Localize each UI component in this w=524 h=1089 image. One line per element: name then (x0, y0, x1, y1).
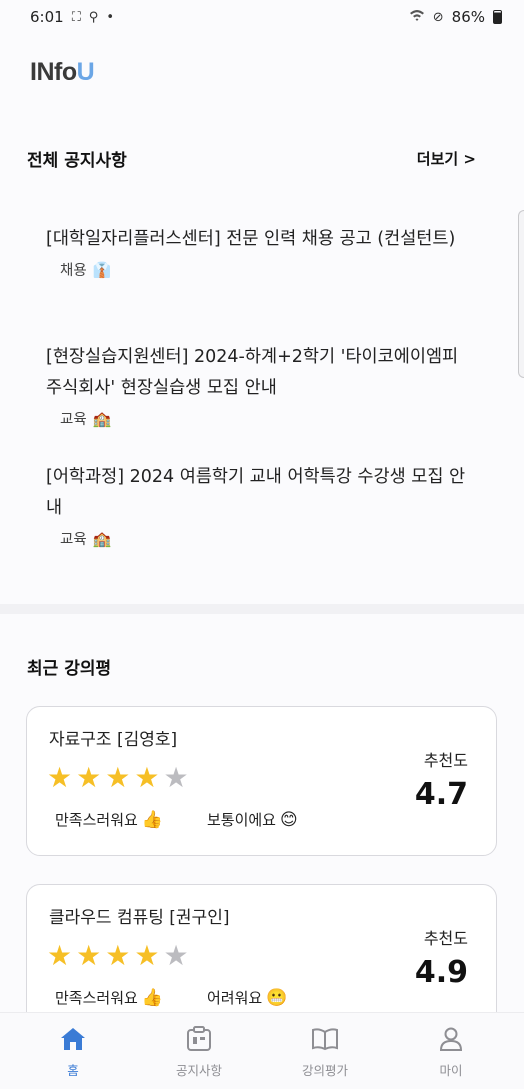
notice-title: [현장실습지원센터] 2024-하계+2학기 '타이코에이엠피 주식회사' 현장… (46, 347, 459, 398)
star-empty-icon: ★ (163, 761, 189, 794)
opinion-text: 만족스러워요 (55, 989, 138, 1007)
status-bar: 6:01 ⛶ ⚲ • ⊘ 86% (0, 0, 524, 34)
smile-icon: 😊 (280, 809, 298, 830)
wifi-icon (409, 8, 425, 26)
notice-item[interactable]: [어학과정] 2024 여름학기 교내 어학특강 수강생 모집 안내 교육 🏫 (46, 462, 466, 549)
necktie-icon: 👔 (92, 260, 112, 279)
more-link[interactable]: 더보기 > (417, 148, 476, 169)
star-rating: ★ ★ ★ ★ ★ (47, 763, 189, 793)
opinion: 보통이에요 😊 (207, 809, 298, 830)
opinions: 만족스러워요 👍 어려워요 😬 (55, 987, 287, 1008)
school-icon: 🏫 (92, 529, 112, 548)
star-filled-icon: ★ (76, 761, 102, 794)
notice-tag: 채용 👔 (46, 259, 466, 280)
notices-section: 전체 공지사항 더보기 > [대학일자리플러스센터] 전문 인력 채용 공고 (… (0, 128, 524, 606)
screenshot-icon: ⛶ (71, 9, 81, 25)
grimace-icon: 😬 (266, 987, 288, 1008)
notice-tag: 교육 🏫 (46, 528, 466, 549)
opinions: 만족스러워요 👍 보통이에요 😊 (55, 809, 298, 830)
dnd-icon: ⊘ (432, 9, 444, 25)
dot-icon: • (106, 9, 114, 25)
app-header: INfoU (30, 58, 95, 90)
school-icon: 🏫 (92, 409, 112, 428)
notice-tag-label: 교육 (60, 532, 87, 548)
person-icon (436, 1024, 466, 1054)
star-empty-icon: ★ (163, 939, 189, 972)
notice-title: [어학과정] 2024 여름학기 교내 어학특강 수강생 모집 안내 (46, 467, 466, 518)
battery-icon (493, 10, 502, 24)
app-logo[interactable]: INfoU (30, 58, 95, 86)
review-card[interactable]: 자료구조 [김영호] ★ ★ ★ ★ ★ 만족스러워요 👍 보통이에요 😊 추천… (26, 706, 497, 856)
star-filled-icon: ★ (134, 761, 160, 794)
opinion: 어려워요 😬 (207, 987, 287, 1008)
notice-board-icon (184, 1024, 214, 1054)
star-rating: ★ ★ ★ ★ ★ (47, 941, 189, 971)
opinion: 만족스러워요 👍 (55, 809, 163, 830)
notice-tag-label: 교육 (60, 412, 87, 428)
section-divider (0, 604, 524, 614)
opinion: 만족스러워요 👍 (55, 987, 163, 1008)
thumbs-up-icon: 👍 (141, 987, 163, 1008)
notice-item[interactable]: [대학일자리플러스센터] 전문 인력 채용 공고 (컨설턴트) 채용 👔 (46, 224, 466, 280)
reviews-section: 최근 강의평 자료구조 [김영호] ★ ★ ★ ★ ★ 만족스러워요 👍 보통이… (0, 614, 524, 1034)
recommend-label: 추천도 (423, 751, 468, 770)
star-filled-icon: ★ (134, 939, 160, 972)
battery-percent: 86% (451, 8, 485, 26)
bottom-tab-bar: 홈 공지사항 강의평가 마이 (0, 1012, 524, 1089)
book-icon (310, 1024, 340, 1054)
opinion-text: 보통이에요 (206, 811, 276, 829)
notices-title: 전체 공지사항 (27, 151, 127, 171)
tab-label: 홈 (67, 1062, 79, 1078)
star-filled-icon: ★ (47, 761, 73, 794)
status-time: 6:01 (30, 8, 64, 26)
home-icon (58, 1024, 88, 1054)
tab-label: 마이 (439, 1062, 463, 1078)
location-icon: ⚲ (88, 9, 99, 25)
opinion-text: 만족스러워요 (55, 811, 138, 829)
opinion-text: 어려워요 (206, 989, 263, 1007)
star-filled-icon: ★ (105, 761, 131, 794)
tab-label: 공지사항 (175, 1062, 222, 1078)
tab-reviews[interactable]: 강의평가 (275, 1024, 375, 1079)
notice-tag: 교육 🏫 (46, 408, 466, 429)
reviews-title: 최근 강의평 (27, 659, 112, 679)
notice-tag-label: 채용 (60, 263, 87, 279)
notice-item[interactable]: [현장실습지원센터] 2024-하계+2학기 '타이코에이엠피 주식회사' 현장… (46, 342, 466, 429)
notice-title: [대학일자리플러스센터] 전문 인력 채용 공고 (컨설턴트) (46, 229, 456, 249)
tab-notices[interactable]: 공지사항 (149, 1024, 249, 1079)
star-filled-icon: ★ (105, 939, 131, 972)
thumbs-up-icon: 👍 (141, 809, 163, 830)
star-filled-icon: ★ (47, 939, 73, 972)
star-filled-icon: ★ (76, 939, 102, 972)
tab-home[interactable]: 홈 (23, 1024, 123, 1079)
tab-my[interactable]: 마이 (401, 1024, 501, 1079)
tab-label: 강의평가 (301, 1062, 348, 1078)
course-name: 클라우드 컴퓨팅 [권구인] (49, 908, 230, 928)
logo-accent: U (76, 58, 95, 86)
recommend-score: 4.7 (414, 777, 468, 812)
logo-main: INfo (30, 58, 77, 86)
course-name: 자료구조 [김영호] (49, 730, 178, 750)
scroll-indicator[interactable] (518, 210, 524, 378)
recommend-label: 추천도 (423, 929, 468, 948)
recommend-score: 4.9 (414, 955, 468, 990)
